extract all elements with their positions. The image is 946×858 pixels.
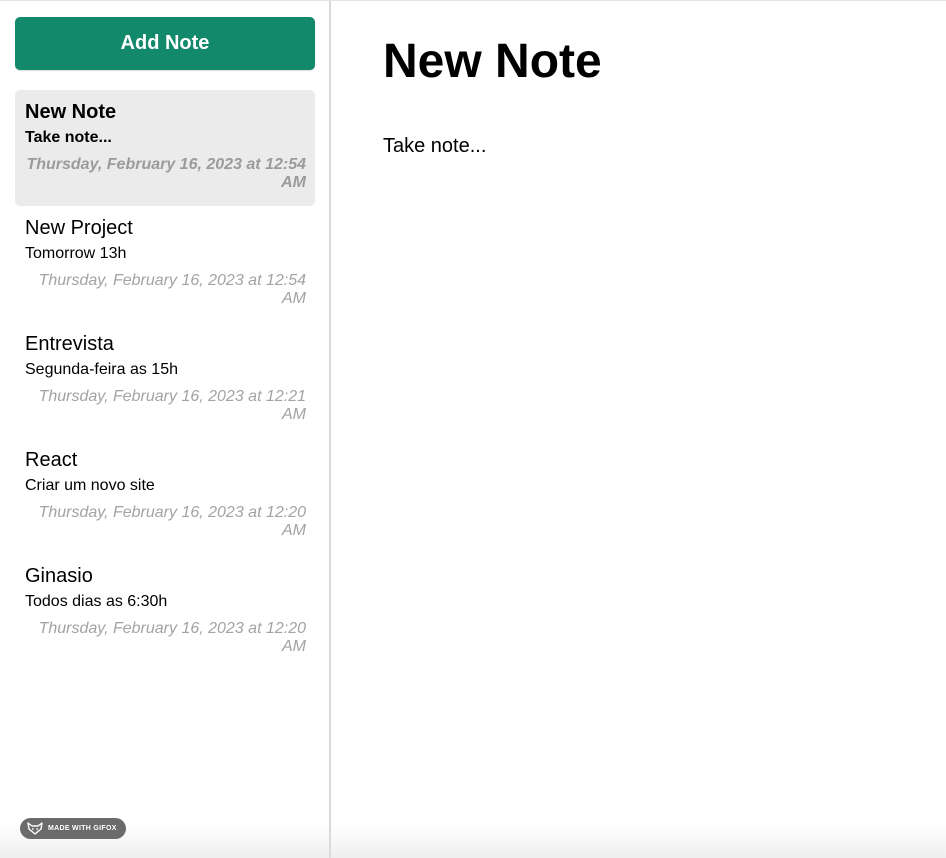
note-list-item[interactable]: Ginasio Todos dias as 6:30h Thursday, Fe… bbox=[15, 554, 315, 670]
note-title: Ginasio bbox=[25, 565, 93, 587]
note-list-item[interactable]: New Project Tomorrow 13h Thursday, Febru… bbox=[15, 206, 315, 322]
note-list-item[interactable]: React Criar um novo site Thursday, Febru… bbox=[15, 438, 315, 554]
note-date: Thursday, February 16, 2023 at 12:21 AM bbox=[38, 388, 306, 423]
note-date: Thursday, February 16, 2023 at 12:20 AM bbox=[38, 620, 306, 655]
note-title: New Note bbox=[25, 101, 117, 123]
note-editor: New Note Take note... bbox=[333, 1, 946, 858]
note-editor-title[interactable]: New Note bbox=[383, 34, 602, 90]
add-note-button[interactable]: Add Note bbox=[15, 17, 315, 70]
note-title: React bbox=[25, 449, 78, 471]
note-title: New Project bbox=[25, 217, 133, 239]
note-preview: Todos dias as 6:30h bbox=[25, 593, 168, 610]
gifox-badge: MADE WITH GIFOX bbox=[20, 818, 126, 839]
note-list-item[interactable]: New Note Take note... Thursday, February… bbox=[15, 90, 315, 206]
note-title: Entrevista bbox=[25, 333, 114, 355]
note-list-item[interactable]: Entrevista Segunda-feira as 15h Thursday… bbox=[15, 322, 315, 438]
note-list: New Note Take note... Thursday, February… bbox=[15, 90, 315, 670]
fox-icon bbox=[27, 822, 43, 835]
note-date: Thursday, February 16, 2023 at 12:54 AM bbox=[26, 156, 306, 191]
sidebar: Add Note New Note Take note... Thursday,… bbox=[0, 1, 331, 858]
note-preview: Tomorrow 13h bbox=[25, 245, 127, 262]
notes-app: Add Note New Note Take note... Thursday,… bbox=[0, 0, 946, 858]
note-preview: Segunda-feira as 15h bbox=[25, 361, 178, 378]
note-date: Thursday, February 16, 2023 at 12:20 AM bbox=[38, 504, 306, 539]
note-preview: Take note... bbox=[25, 129, 112, 146]
note-preview: Criar um novo site bbox=[25, 477, 155, 494]
note-editor-body[interactable]: Take note... bbox=[383, 134, 486, 158]
note-date: Thursday, February 16, 2023 at 12:54 AM bbox=[38, 272, 306, 307]
badge-label: MADE WITH GIFOX bbox=[48, 825, 117, 832]
